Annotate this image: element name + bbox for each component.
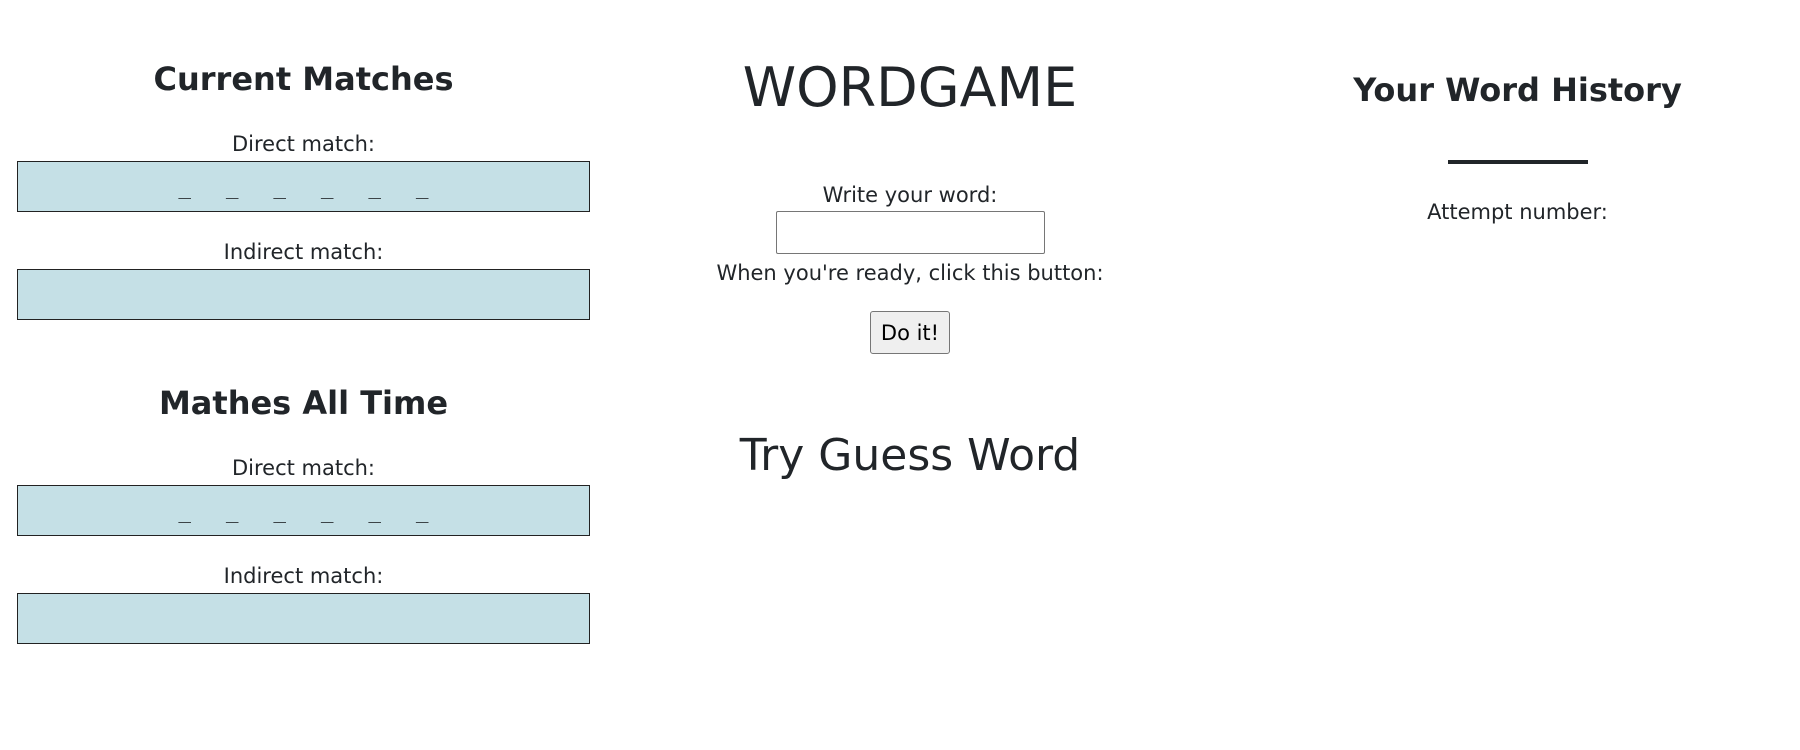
letter-slot: _ bbox=[415, 174, 429, 199]
all-time-direct-match-box: _ _ _ _ _ _ bbox=[17, 485, 590, 536]
all-time-direct-match-label: Direct match: bbox=[231, 456, 376, 480]
all-time-indirect-match-box bbox=[17, 593, 590, 644]
letter-slot: _ bbox=[368, 498, 382, 523]
letter-slot: _ bbox=[415, 498, 429, 523]
page-title: WORDGAME bbox=[742, 56, 1078, 119]
letter-slot: _ bbox=[225, 174, 239, 199]
letter-slot: _ bbox=[178, 498, 192, 523]
word-input-wrapper bbox=[680, 211, 1140, 254]
all-time-direct-match-slots: _ _ _ _ _ _ bbox=[161, 499, 446, 523]
letter-slot: _ bbox=[273, 174, 287, 199]
letter-slot: _ bbox=[225, 498, 239, 523]
history-divider-wrapper bbox=[1290, 160, 1745, 164]
all-time-indirect-match-label: Indirect match: bbox=[223, 564, 384, 588]
letter-slot: _ bbox=[320, 174, 334, 199]
current-matches-heading: Current Matches bbox=[153, 60, 454, 98]
letter-slot: _ bbox=[273, 498, 287, 523]
word-input[interactable] bbox=[775, 211, 1045, 254]
history-divider bbox=[1447, 160, 1588, 164]
letter-slot: _ bbox=[368, 174, 382, 199]
word-input-label: Write your word: bbox=[822, 183, 998, 207]
ready-instruction: When you're ready, click this button: bbox=[716, 261, 1104, 285]
all-time-matches-heading: Mathes All Time bbox=[158, 384, 449, 422]
current-direct-match-box: _ _ _ _ _ _ bbox=[17, 161, 590, 212]
letter-slot: _ bbox=[178, 174, 192, 199]
current-direct-match-slots: _ _ _ _ _ _ bbox=[161, 175, 446, 199]
current-indirect-match-box bbox=[17, 269, 590, 320]
guess-word-heading: Try Guess Word bbox=[739, 430, 1081, 481]
do-it-button[interactable]: Do it! bbox=[869, 311, 951, 354]
attempt-number-label: Attempt number: bbox=[1427, 200, 1608, 224]
word-history-heading: Your Word History bbox=[1353, 71, 1682, 109]
letter-slot: _ bbox=[320, 498, 334, 523]
current-direct-match-label: Direct match: bbox=[231, 132, 376, 156]
current-indirect-match-label: Indirect match: bbox=[223, 240, 384, 264]
submit-button-wrapper: Do it! bbox=[680, 311, 1140, 354]
wordgame-page: Current Matches Direct match: _ _ _ _ _ … bbox=[0, 0, 1800, 750]
